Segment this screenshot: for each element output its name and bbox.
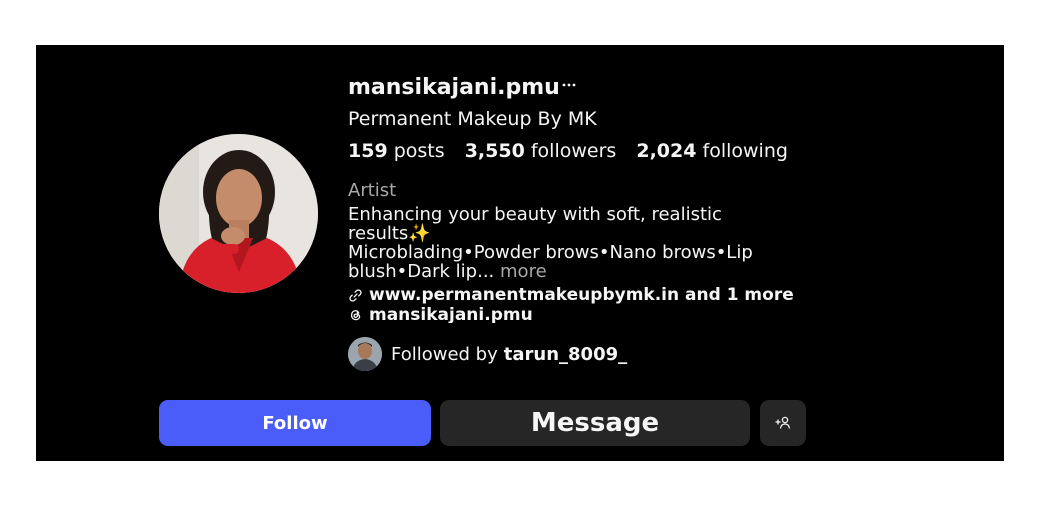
bio-text: Microblading•Powder brows•Nano brows•Lip… — [348, 242, 753, 282]
followers-stat[interactable]: 3,550 followers — [465, 140, 617, 162]
threads-handle: mansikajani.pmu — [369, 305, 533, 323]
followed-by-user[interactable]: tarun_8009_ — [504, 344, 627, 365]
website-link-text: www.permanentmakeupbymk.in and 1 more — [369, 285, 794, 305]
add-person-icon — [775, 416, 791, 429]
profile-category: Artist — [348, 180, 397, 201]
message-button[interactable]: Message — [440, 400, 750, 446]
profile-username[interactable]: mansikajani.pmu — [348, 75, 560, 100]
profile-bio: Enhancing your beauty with soft, realist… — [348, 205, 788, 281]
profile-photo — [159, 134, 318, 293]
following-label: following — [702, 140, 788, 162]
mutual-follower-avatar — [348, 337, 382, 371]
ellipsis-icon[interactable] — [562, 76, 576, 92]
bio-line: Microblading•Powder brows•Nano brows•Lip… — [348, 243, 788, 281]
bio-line: Enhancing your beauty with soft, realist… — [348, 204, 722, 244]
followed-by-label: Followed by — [391, 343, 498, 365]
threads-icon — [350, 310, 361, 321]
suggested-accounts-button[interactable] — [760, 400, 806, 446]
following-count: 2,024 — [636, 140, 697, 162]
profile-avatar[interactable] — [159, 134, 318, 293]
profile-stats: 159 posts 3,550 followers 2,024 followin… — [348, 140, 802, 162]
posts-label: posts — [393, 140, 445, 162]
threads-badge-link[interactable]: mansikajani.pmu — [348, 305, 533, 323]
following-stat[interactable]: 2,024 following — [636, 140, 788, 162]
profile-full-name: Permanent Makeup By MK — [348, 108, 597, 130]
follow-button[interactable]: Follow — [159, 400, 431, 446]
posts-count: 159 — [348, 140, 388, 162]
followers-label: followers — [530, 140, 617, 162]
link-icon — [349, 288, 362, 302]
bio-more-link[interactable]: more — [500, 261, 547, 282]
posts-stat: 159 posts — [348, 140, 445, 162]
followed-by[interactable]: Followed by tarun_8009_ — [348, 337, 627, 371]
profile-website-link[interactable]: www.permanentmakeupbymk.in and 1 more — [348, 285, 794, 305]
followers-count: 3,550 — [464, 140, 525, 162]
